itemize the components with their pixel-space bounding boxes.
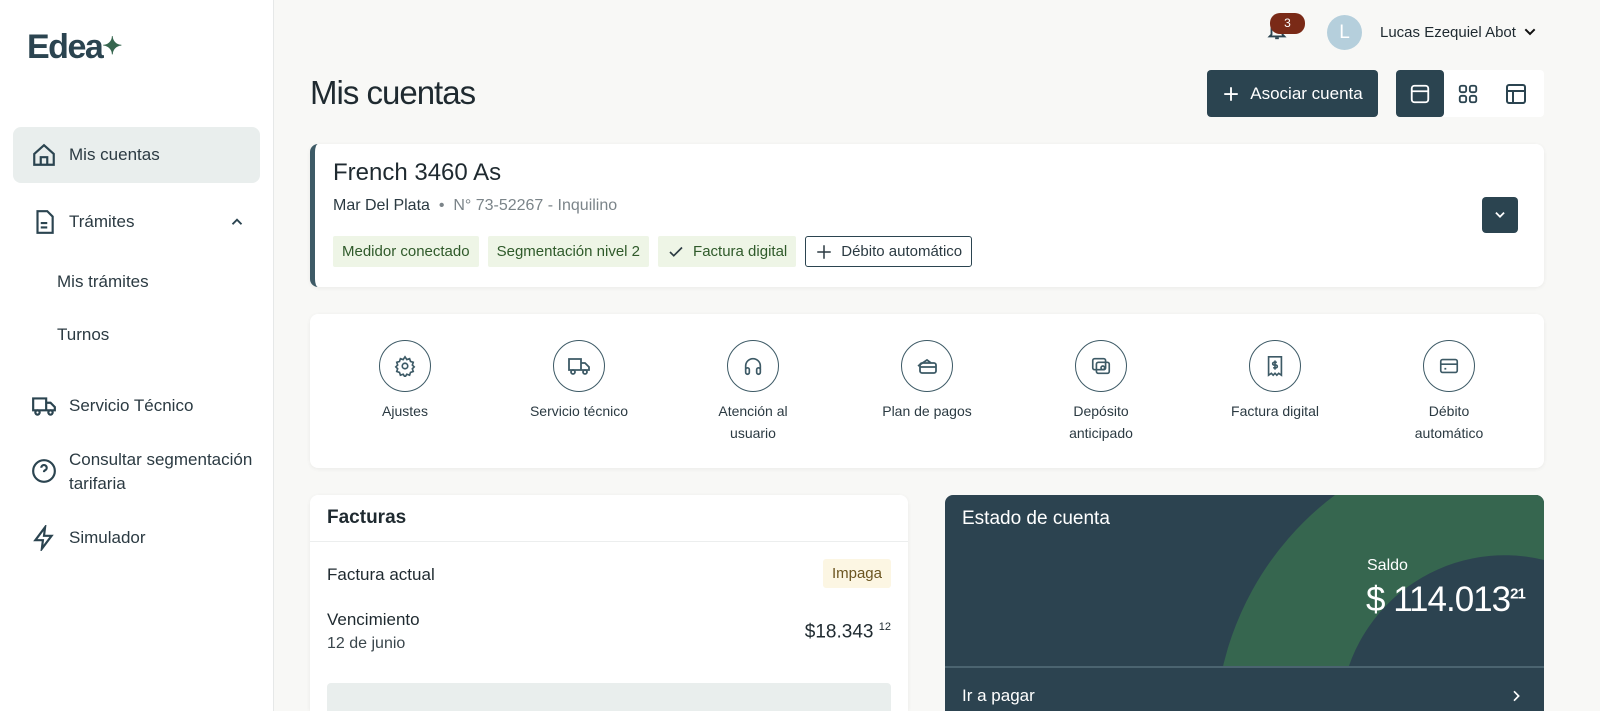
gear-icon	[394, 355, 416, 377]
help-icon	[32, 459, 56, 483]
add-debito-button[interactable]: Débito automático	[805, 236, 973, 267]
chevron-down-icon[interactable]	[1522, 24, 1538, 40]
notification-badge[interactable]: 3	[1270, 13, 1305, 34]
sidebar-item-mis-cuentas[interactable]: Mis cuentas	[13, 127, 260, 183]
estado-card: Estado de cuenta Saldo $ 114.01321 Ir a …	[945, 495, 1544, 711]
nav-label: Simulador	[69, 528, 146, 547]
view-table-button[interactable]	[1492, 70, 1540, 117]
action-servicio-tecnico[interactable]: Servicio técnico	[499, 340, 659, 422]
account-meta: Mar Del Plata • N° 73-52267 - Inquilino	[333, 197, 618, 214]
account-address: French 3460 As	[333, 159, 502, 186]
headset-icon	[744, 357, 762, 376]
button-label: Asociar cuenta	[1250, 83, 1363, 103]
nav-label: Mis cuentas	[69, 145, 160, 164]
action-deposito[interactable]: Depósito anticipado	[1021, 340, 1181, 444]
document-icon	[36, 210, 54, 234]
facturas-title: Facturas	[310, 495, 908, 542]
page-title: Mis cuentas	[310, 74, 476, 111]
expand-button[interactable]	[1482, 197, 1518, 233]
home-icon	[33, 143, 55, 166]
nav-label: Servicio Técnico	[69, 396, 194, 415]
tag-medidor: Medidor conectado	[333, 236, 479, 267]
quick-actions: Ajustes Servicio técnico Atención al usu…	[310, 314, 1544, 468]
tag-segmentacion: Segmentación nivel 2	[487, 236, 650, 267]
associate-account-button[interactable]: Asociar cuenta	[1207, 70, 1378, 117]
action-debito[interactable]: Débito automático	[1369, 340, 1529, 444]
sidebar-item-mis-tramites[interactable]: Mis trámites	[57, 272, 149, 292]
cash-icon	[1091, 357, 1111, 375]
action-factura-digital[interactable]: Factura digital	[1195, 340, 1355, 422]
sidebar-item-simulador[interactable]: Simulador	[13, 524, 260, 552]
nav-label: Trámites	[69, 212, 135, 231]
view-single-button[interactable]	[1396, 70, 1444, 117]
check-icon	[669, 246, 683, 257]
chevron-up-icon	[231, 218, 243, 225]
sidebar-item-turnos[interactable]: Turnos	[57, 325, 109, 345]
chevron-down-icon	[1495, 212, 1505, 218]
action-ajustes[interactable]: Ajustes	[325, 340, 485, 422]
status-badge: Impaga	[822, 559, 891, 588]
account-card[interactable]: French 3460 As Mar Del Plata • N° 73-522…	[310, 144, 1544, 287]
user-name[interactable]: Lucas Ezequiel Abot	[1380, 24, 1516, 41]
truck-icon	[568, 358, 590, 375]
estado-title: Estado de cuenta	[962, 508, 1110, 529]
pay-link[interactable]: Ir a pagar	[945, 666, 1544, 711]
avatar[interactable]: L	[1327, 15, 1362, 50]
truck-icon	[32, 397, 56, 416]
card-icon	[1439, 358, 1459, 374]
sidebar-item-tramites[interactable]: Trámites	[13, 208, 260, 236]
sidebar: Edea✦ Mis cuentas Trámites Mis trámites …	[0, 0, 274, 711]
table-icon	[1506, 83, 1526, 104]
receipt-icon	[1267, 356, 1283, 377]
wallet-icon	[917, 358, 937, 374]
account-city: Mar Del Plata	[333, 197, 430, 214]
bolt-icon	[33, 525, 54, 551]
account-number: N° 73-52267 - Inquilino	[453, 197, 618, 214]
pay-button[interactable]	[327, 683, 891, 711]
plus-icon	[817, 244, 831, 259]
tag-factura-digital: Factura digital	[658, 236, 797, 267]
sidebar-item-segmentacion[interactable]: Consultar segmentación tarifaria	[13, 448, 260, 496]
pay-label: Ir a pagar	[962, 686, 1035, 705]
nav-label: Consultar segmentación tarifaria	[69, 450, 253, 493]
invoice-amount: $18.343 12	[804, 621, 891, 643]
facturas-card: Facturas Factura actual Impaga Vencimien…	[310, 495, 908, 711]
balance-label: Saldo	[1367, 557, 1408, 574]
window-icon	[1410, 84, 1430, 103]
view-toggle	[1396, 70, 1544, 117]
action-plan-pagos[interactable]: Plan de pagos	[847, 340, 1007, 422]
view-grid-button[interactable]	[1444, 70, 1492, 117]
current-invoice-label: Factura actual	[327, 565, 435, 584]
sidebar-item-servicio-tecnico[interactable]: Servicio Técnico	[13, 392, 260, 420]
action-atencion[interactable]: Atención al usuario	[673, 340, 833, 444]
logo[interactable]: Edea✦	[27, 28, 122, 67]
balance-amount: $ 114.01321	[1366, 580, 1526, 619]
plus-icon	[1224, 86, 1239, 101]
chevron-right-icon	[1513, 690, 1520, 702]
grid-icon	[1458, 84, 1478, 103]
